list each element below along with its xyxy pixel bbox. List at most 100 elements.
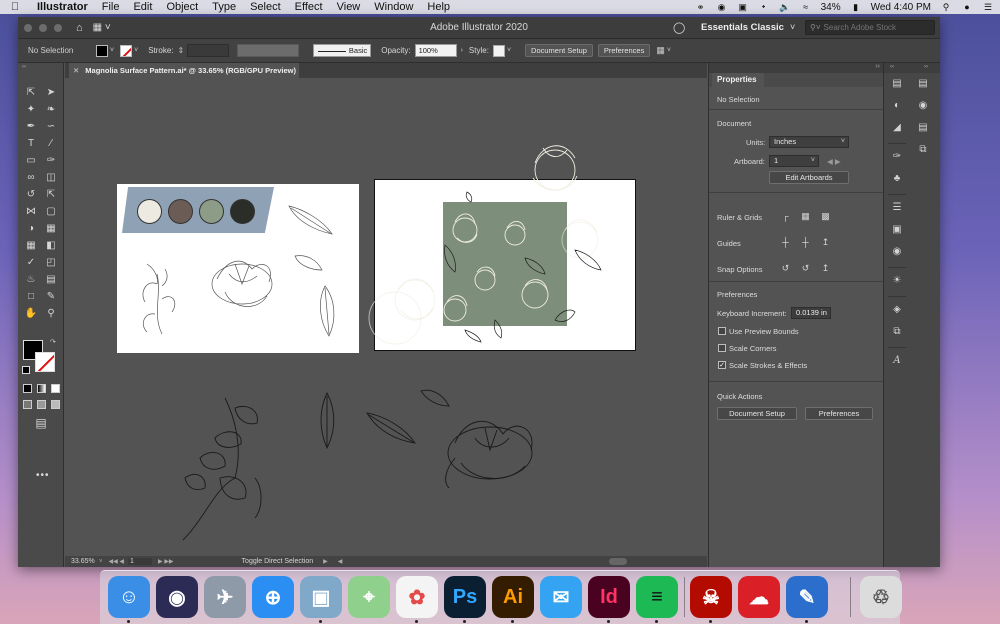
stock-search-input[interactable] xyxy=(823,23,924,32)
scale-strokes-checkbox[interactable]: ✓ xyxy=(718,361,726,369)
preview-icon[interactable]: ▣ xyxy=(300,576,342,618)
collapse-panel-icon[interactable]: ›› xyxy=(875,63,880,70)
brush-definition[interactable]: Basic xyxy=(313,44,372,57)
opacity-field[interactable]: 100% xyxy=(414,44,457,57)
swap-fill-stroke-icon[interactable]: ↷ xyxy=(50,338,56,346)
close-window-button[interactable] xyxy=(24,23,32,32)
trash-icon[interactable]: ♲ xyxy=(860,576,902,618)
fill-swatch[interactable] xyxy=(96,44,108,57)
stroke-swatch[interactable] xyxy=(120,44,133,57)
snap-to-grid-icon[interactable]: ↺ xyxy=(799,262,812,274)
slice-tool-icon[interactable]: ✎ xyxy=(42,289,60,304)
gradient-panel-icon[interactable]: ▣ xyxy=(889,223,905,237)
opacity-label[interactable]: Opacity: xyxy=(381,46,410,55)
artboard-dropdown[interactable]: 1 ˅ xyxy=(769,155,819,167)
properties-panel-icon[interactable]: ▤ xyxy=(889,77,905,91)
curvature-tool-icon[interactable]: ∽ xyxy=(42,119,60,134)
lock-guides-icon[interactable]: ┼ xyxy=(799,236,812,248)
artboard-1[interactable] xyxy=(117,184,359,353)
lightbulb-icon[interactable]: ◯ xyxy=(673,21,685,34)
selection-tool-icon[interactable]: ⇱ xyxy=(22,85,40,100)
draw-behind-icon[interactable] xyxy=(37,400,46,409)
shape-builder-tool-icon[interactable]: ◑ xyxy=(22,221,40,236)
gradient-mode-icon[interactable] xyxy=(37,384,46,393)
menu-app-name[interactable]: Illustrator xyxy=(30,1,95,13)
bluetooth-icon[interactable]: ᛭ xyxy=(758,2,770,12)
volume-icon[interactable]: 🔈 xyxy=(779,2,791,12)
transparency-panel-icon[interactable]: ◉ xyxy=(889,245,905,259)
finder-icon[interactable]: ☺ xyxy=(108,576,150,618)
eyedropper-tool-icon[interactable]: ✓ xyxy=(22,255,40,270)
quick-document-setup-button[interactable]: Document Setup xyxy=(717,407,797,420)
chevron-down-icon[interactable]: ˅ xyxy=(667,47,671,54)
chevron-down-icon[interactable]: ˅ xyxy=(790,22,795,32)
script-editor-icon[interactable]: ✎ xyxy=(786,576,828,618)
screen-record-icon[interactable]: ◉ xyxy=(716,2,728,12)
scale-tool-icon[interactable]: ⇱ xyxy=(42,187,60,202)
chevron-right-icon[interactable]: › xyxy=(461,47,463,54)
scale-corners-checkbox[interactable] xyxy=(718,344,726,352)
stroke-panel-icon[interactable]: ☰ xyxy=(889,201,905,215)
illustrator-icon[interactable]: Ai xyxy=(492,576,534,618)
eraser-tool-icon[interactable]: ◫ xyxy=(42,170,60,185)
notification-center-icon[interactable]: ☰ xyxy=(982,2,994,12)
color-mode-icon[interactable] xyxy=(23,384,32,393)
first-artboard-icon[interactable]: ◀◀ ◀ xyxy=(109,558,125,565)
stroke-color-box[interactable] xyxy=(35,352,55,372)
stroke-label[interactable]: Stroke: xyxy=(148,46,173,55)
collapse-panels-icon[interactable]: ›› xyxy=(924,64,928,70)
edit-artboards-button[interactable]: Edit Artboards xyxy=(769,171,849,184)
menu-effect[interactable]: Effect xyxy=(288,1,330,13)
blend-tool-icon[interactable]: ◰ xyxy=(42,255,60,270)
layers-panel-icon[interactable]: ◈ xyxy=(889,303,905,317)
shaper-tool-icon[interactable]: ∞ xyxy=(22,170,40,185)
launchpad-icon[interactable]: ✈ xyxy=(204,576,246,618)
artboard-tool-icon[interactable]: □ xyxy=(22,289,40,304)
menu-select[interactable]: Select xyxy=(243,1,288,13)
menu-object[interactable]: Object xyxy=(159,1,205,13)
preferences-button[interactable]: Preferences xyxy=(597,44,651,57)
battery-icon[interactable]: ▮ xyxy=(850,2,862,12)
default-fill-stroke-icon[interactable] xyxy=(22,366,30,374)
grid-icon[interactable]: ▦ xyxy=(799,210,812,222)
artboard-2[interactable] xyxy=(374,179,636,351)
horizontal-scrollbar-thumb[interactable] xyxy=(609,558,627,565)
zoom-tool-icon[interactable]: ⚲ xyxy=(42,306,60,321)
collapse-tools-icon[interactable]: ‹‹ xyxy=(22,64,26,70)
magic-wand-tool-icon[interactable]: ✦ xyxy=(22,102,40,117)
arrange-documents-icon[interactable]: ▦ ˅ xyxy=(93,22,111,33)
artboards-panel-icon[interactable]: ⧉ xyxy=(889,325,905,339)
menu-view[interactable]: View xyxy=(330,1,368,13)
properties-tab[interactable]: Properties xyxy=(712,73,764,87)
column-graph-tool-icon[interactable]: ▤ xyxy=(42,272,60,287)
adobe-stock-search[interactable]: ⚲˅ xyxy=(805,20,935,35)
clock[interactable]: Wed 4:40 PM xyxy=(871,2,931,13)
close-tab-icon[interactable]: ✕ xyxy=(73,66,79,75)
rectangle-tool-icon[interactable]: ▭ xyxy=(22,153,40,168)
stroke-weight-field[interactable] xyxy=(187,44,230,57)
next-artboard-icon[interactable]: ▶ ▶▶ xyxy=(158,558,174,565)
canvas[interactable] xyxy=(65,78,707,556)
brushes-panel-icon[interactable]: ✑ xyxy=(889,150,905,164)
direct-selection-tool-icon[interactable]: ➤ xyxy=(42,85,60,100)
pen-tool-icon[interactable]: ✒ xyxy=(22,119,40,134)
zoom-chevron-icon[interactable]: ˅ xyxy=(99,559,103,565)
units-dropdown[interactable]: Inches ˅ xyxy=(769,136,849,148)
photoshop-icon[interactable]: Ps xyxy=(444,576,486,618)
variable-width-profile[interactable] xyxy=(237,44,300,57)
document-tab[interactable]: ✕ Magnolia Surface Pattern.ai* @ 33.65% … xyxy=(69,63,299,78)
zoom-level[interactable]: 33.65% xyxy=(71,558,97,565)
asset-export-icon[interactable]: ⧉ xyxy=(915,143,931,157)
color-guide-icon[interactable]: ◢ xyxy=(889,121,905,135)
zoom-window-button[interactable] xyxy=(54,23,62,32)
safari-icon[interactable]: ⊕ xyxy=(252,576,294,618)
creative-cloud-icon[interactable]: ☁ xyxy=(738,576,780,618)
wifi-icon[interactable]: ≈ xyxy=(800,2,812,12)
hand-tool-icon[interactable]: ✋ xyxy=(22,306,40,321)
chevron-down-icon[interactable]: ˅ xyxy=(134,47,138,54)
cast-icon[interactable]: ▣ xyxy=(737,2,749,12)
free-transform-tool-icon[interactable]: ▢ xyxy=(42,204,60,219)
quick-preferences-button[interactable]: Preferences xyxy=(805,407,873,420)
screen-mode-icon[interactable]: ▤ xyxy=(32,415,50,430)
spotify-icon[interactable]: ≡ xyxy=(636,576,678,618)
